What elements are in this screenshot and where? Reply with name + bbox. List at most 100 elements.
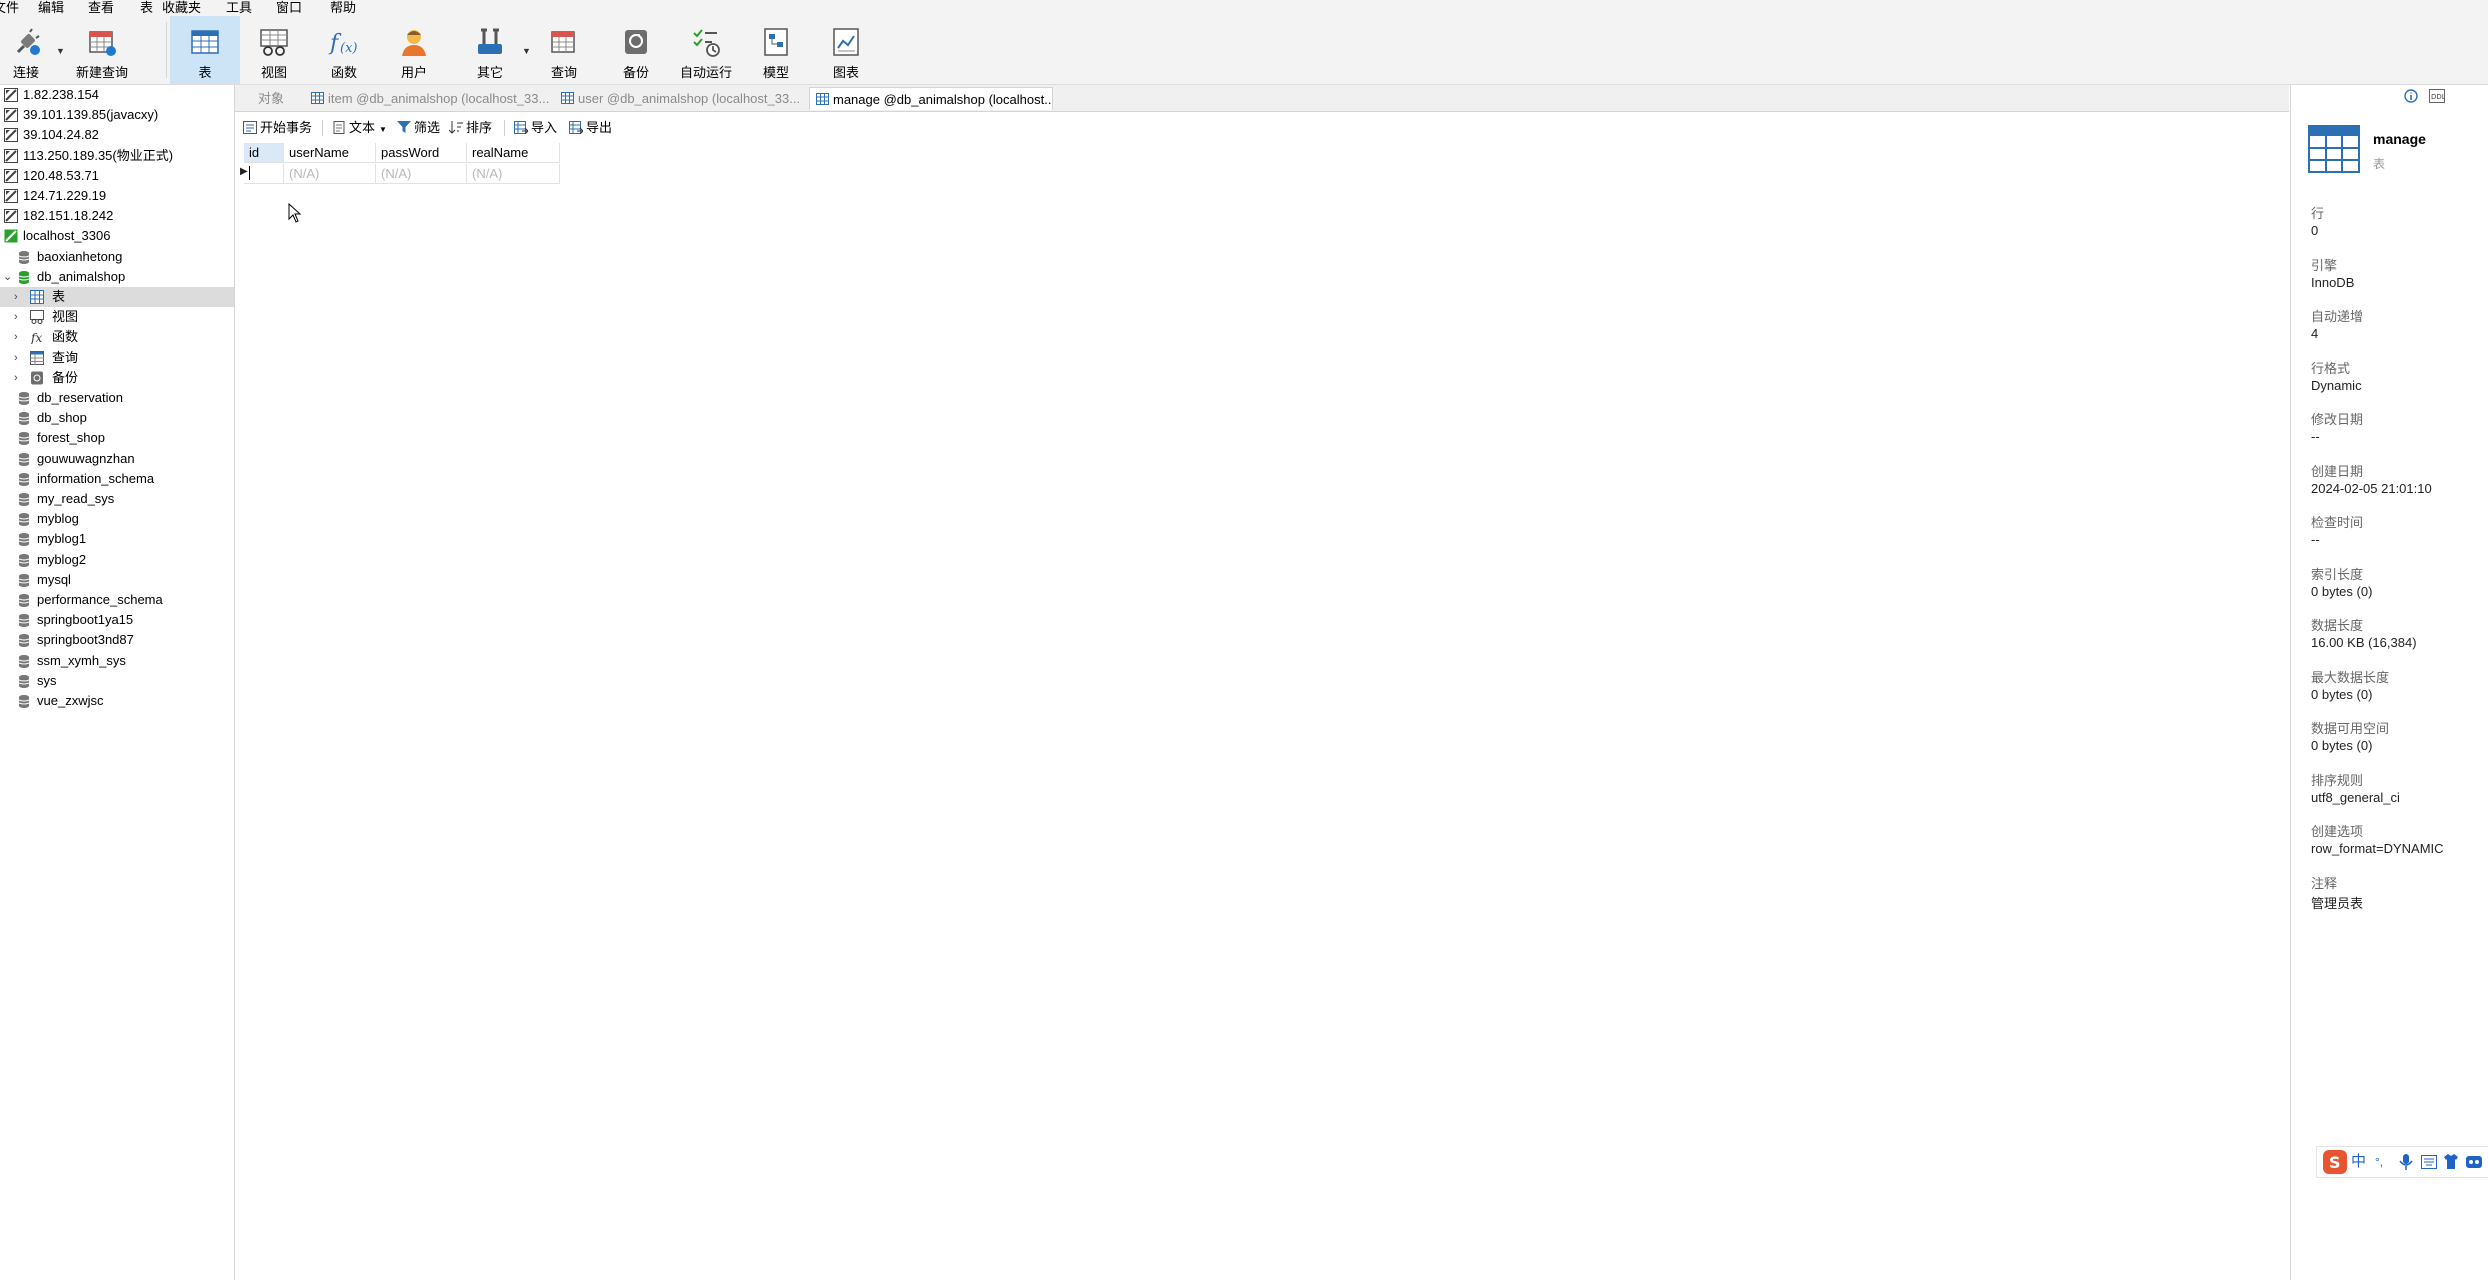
keyboard-icon[interactable] [2421,1155,2437,1169]
database-item[interactable]: my_read_sys [0,489,234,509]
database-item[interactable]: sys [0,671,234,691]
info-icon[interactable] [2404,89,2418,103]
import-button[interactable]: 导入 [514,118,557,138]
query-tool-button[interactable]: 查询 [542,16,586,84]
connection-item[interactable]: 113.250.189.35(物业正式) [0,146,234,166]
database-label: myblog2 [37,552,87,567]
connection-label: 124.71.229.19 [23,188,107,203]
autorun-tool-button[interactable]: 自动运行 [680,16,732,84]
menu-table[interactable]: 表 [140,1,153,15]
connection-item[interactable]: 182.151.18.242 [0,206,234,226]
connection-item[interactable]: localhost_3306 [0,226,234,246]
database-icon [18,594,30,607]
tab-label: item @db_animalshop (localhost_33... [328,91,550,106]
database-item[interactable]: myblog1 [0,529,234,549]
database-item[interactable]: forest_shop [0,428,234,448]
new-query-button[interactable]: 新建查询 [72,16,132,84]
tree-node-query[interactable]: › 查询 [0,348,234,368]
menu-edit[interactable]: 编辑 [38,1,64,15]
column-header-password[interactable]: passWord [376,143,467,163]
cell-username[interactable]: (N/A) [284,164,376,184]
database-item[interactable]: ssm_xymh_sys [0,651,234,671]
ime-language-toggle[interactable]: 中 [2351,1152,2366,1172]
menu-window[interactable]: 窗口 [276,1,302,15]
menu-file[interactable]: 文件 [0,1,19,15]
database-item[interactable]: mysql [0,570,234,590]
tab-item-table[interactable]: item @db_animalshop (localhost_33... [311,87,551,110]
tree-node-label: 函数 [52,329,79,344]
connect-dropdown-icon[interactable]: ▼ [56,46,65,56]
menu-favorites[interactable]: 收藏夹 [162,1,201,15]
column-header-realname[interactable]: realName [467,143,560,163]
database-item[interactable]: vue_zxwjsc [0,691,234,711]
tab-objects[interactable]: 对象 [245,87,297,110]
microphone-icon[interactable] [2399,1154,2413,1170]
database-item[interactable]: db_reservation [0,388,234,408]
database-item[interactable]: gouwuwagnzhan [0,449,234,469]
cell-password[interactable]: (N/A) [376,164,467,184]
connection-item[interactable]: 1.82.238.154 [0,85,234,105]
menu-view[interactable]: 查看 [88,1,114,15]
database-item[interactable]: springboot3nd87 [0,630,234,650]
connection-item[interactable]: 120.48.53.71 [0,166,234,186]
chevron-down-icon[interactable]: ⌄ [3,267,12,287]
database-item[interactable]: baoxianhetong [0,247,234,267]
tree-node-view[interactable]: › 视图 [0,307,234,327]
svg-text:fx: fx [30,331,42,344]
view-tool-button[interactable]: 视图 [252,16,296,84]
user-tool-button[interactable]: 用户 [392,16,436,84]
table-tool-button[interactable]: 表 [170,16,240,84]
chevron-right-icon[interactable]: › [14,368,18,388]
sogou-logo-icon[interactable]: S [2322,1149,2348,1175]
database-item-open[interactable]: ⌄ db_animalshop [0,267,234,287]
connection-item[interactable]: 39.101.139.85(javacxy) [0,105,234,125]
sort-button[interactable]: 排序 [449,118,492,138]
export-icon [569,121,583,134]
database-item[interactable]: db_shop [0,408,234,428]
chevron-right-icon[interactable]: › [14,327,18,347]
column-header-id[interactable]: id [244,143,284,163]
chevron-right-icon[interactable]: › [14,348,18,368]
ddl-icon[interactable]: DDL [2429,89,2445,103]
skin-icon[interactable] [2443,1154,2459,1169]
database-icon [18,554,30,567]
function-tool-button[interactable]: f (x) 函数 [322,16,366,84]
column-header-username[interactable]: userName [284,143,376,163]
model-tool-button[interactable]: 模型 [754,16,798,84]
cell-realname[interactable]: (N/A) [467,164,560,184]
other-dropdown-icon[interactable]: ▼ [522,46,531,56]
database-item[interactable]: performance_schema [0,590,234,610]
tab-manage-table[interactable]: manage @db_animalshop (localhost... [809,87,1053,110]
toolbox-icon[interactable] [2465,1154,2483,1170]
chevron-right-icon[interactable]: › [14,307,18,327]
filter-button[interactable]: 筛选 [397,118,440,138]
begin-transaction-button[interactable]: 开始事务 [243,118,312,138]
other-tool-button[interactable]: 其它 [468,16,512,84]
database-item[interactable]: myblog [0,509,234,529]
connection-item[interactable]: 39.104.24.82 [0,125,234,145]
connect-label: 连接 [12,65,39,80]
property-value: -- [2311,532,2320,547]
database-item[interactable]: springboot1ya15 [0,610,234,630]
database-item[interactable]: information_schema [0,469,234,489]
chart-tool-button[interactable]: 图表 [824,16,868,84]
database-item[interactable]: myblog2 [0,550,234,570]
backup-tool-button[interactable]: 备份 [614,16,658,84]
connect-button[interactable]: 连接 [4,16,48,84]
database-label: db_animalshop [37,269,126,284]
connection-item[interactable]: 124.71.229.19 [0,186,234,206]
text-view-button[interactable]: 文本 ▼ [332,118,387,138]
database-label: ssm_xymh_sys [37,653,126,668]
transaction-icon [243,121,257,134]
export-button[interactable]: 导出 [569,118,612,138]
cell-id[interactable] [244,164,284,184]
new-query-label: 新建查询 [75,65,128,80]
tree-node-function[interactable]: › fx 函数 [0,327,234,347]
tree-node-table[interactable]: › 表 [0,287,234,307]
tab-user-table[interactable]: user @db_animalshop (localhost_33... [561,87,801,110]
menu-help[interactable]: 帮助 [330,1,356,15]
chevron-right-icon[interactable]: › [14,287,18,307]
tree-node-backup[interactable]: › 备份 [0,368,234,388]
ime-punctuation-toggle[interactable]: °, [2375,1152,2383,1172]
menu-tools[interactable]: 工具 [226,1,252,15]
